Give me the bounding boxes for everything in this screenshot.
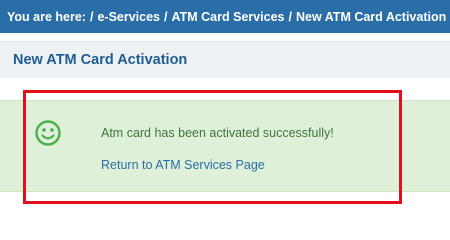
breadcrumb-link-atm-card-services[interactable]: ATM Card Services	[172, 10, 285, 24]
page-header: New ATM Card Activation	[0, 41, 450, 78]
breadcrumb-link-e-services[interactable]: e-Services	[97, 10, 160, 24]
breadcrumb-separator: /	[89, 9, 94, 24]
breadcrumb-current: New ATM Card Activation	[296, 9, 447, 24]
success-message: Atm card has been activated successfully…	[101, 126, 334, 140]
success-alert: Atm card has been activated successfully…	[0, 100, 450, 192]
breadcrumb: You are here: / e-Services / ATM Card Se…	[0, 0, 450, 33]
breadcrumb-separator: /	[164, 9, 168, 24]
breadcrumb-prefix: You are here:	[7, 9, 86, 24]
breadcrumb-separator: /	[288, 9, 292, 24]
page-title: New ATM Card Activation	[13, 52, 188, 68]
return-to-atm-services-link[interactable]: Return to ATM Services Page	[101, 158, 265, 172]
smile-icon	[34, 119, 62, 147]
